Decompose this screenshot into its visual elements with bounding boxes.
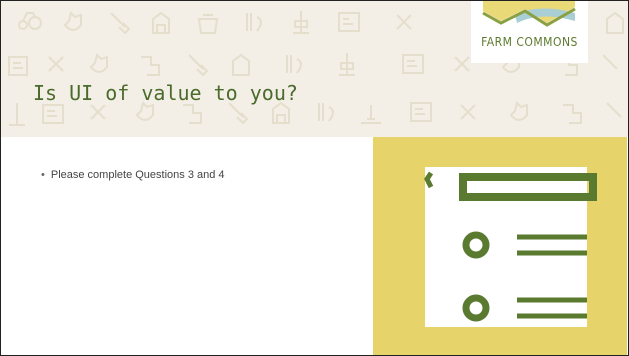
shovel-icon <box>89 53 108 73</box>
slide: FARM COMMONS Is UI of value to you? Plea… <box>0 0 629 356</box>
barn-icon <box>152 11 170 34</box>
tractor-icon <box>18 12 42 30</box>
tractor-icon <box>8 56 28 76</box>
sign-icon <box>42 104 64 124</box>
shovel-icon <box>272 101 290 124</box>
tractor-icon <box>454 56 470 72</box>
sign-icon <box>293 11 309 34</box>
barn-icon <box>602 54 618 70</box>
pepper-icon <box>396 14 412 30</box>
pepper-icon <box>135 101 154 121</box>
farm-commons-logo: FARM COMMONS <box>471 1 588 63</box>
checklist-card <box>425 167 587 327</box>
barn-icon <box>318 103 334 122</box>
pepper-icon <box>563 104 582 124</box>
header-banner: FARM COMMONS Is UI of value to you? <box>1 1 628 137</box>
horse-icon <box>339 53 355 76</box>
bullet-item: Please complete Questions 3 and 4 <box>41 169 225 181</box>
horse-icon <box>338 12 360 32</box>
shovel-icon <box>110 12 131 35</box>
sign-icon <box>286 55 302 74</box>
tractor-icon <box>606 102 622 118</box>
horse-icon <box>509 101 528 121</box>
barn-icon <box>141 56 160 76</box>
pot-icon <box>606 11 624 34</box>
landscape-logo-icon <box>482 1 576 27</box>
carrot-icon <box>410 102 432 122</box>
pepper-icon <box>402 54 424 74</box>
pot-icon <box>197 14 219 34</box>
pot-icon <box>188 54 209 77</box>
carrot-icon <box>9 103 25 126</box>
tractor-icon <box>183 104 202 124</box>
pot-icon <box>361 105 381 124</box>
carrot-icon <box>246 13 262 32</box>
chicken-icon <box>228 102 249 125</box>
carrot-icon <box>232 53 250 76</box>
chicken-icon <box>63 11 82 31</box>
slide-title: Is UI of value to you? <box>33 81 298 105</box>
horse-icon <box>90 104 106 120</box>
checklist-illustration <box>373 137 627 355</box>
bullet-list: Please complete Questions 3 and 4 <box>41 169 225 181</box>
chicken-icon <box>48 56 64 72</box>
sign-icon <box>460 104 476 120</box>
logo-text: FARM COMMONS <box>481 35 578 49</box>
